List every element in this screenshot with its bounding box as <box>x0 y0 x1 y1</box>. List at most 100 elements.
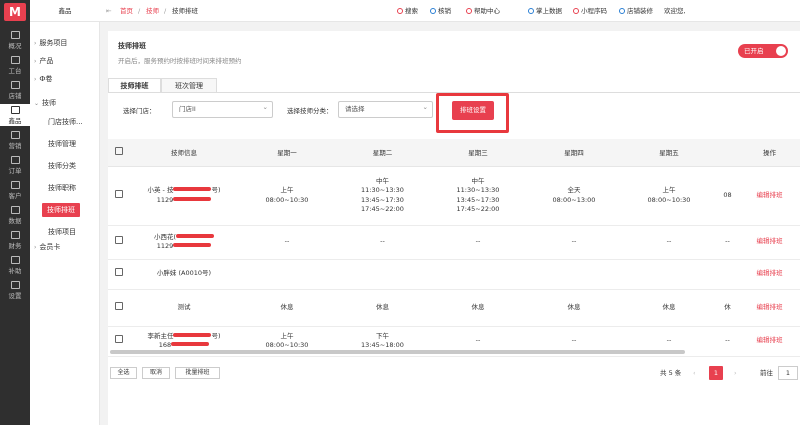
schedule-line: 08:00~10:30 <box>265 195 309 204</box>
page-current[interactable]: 1 <box>709 366 723 380</box>
rail-item[interactable]: 订单 <box>0 154 30 176</box>
sidebar-item[interactable]: › Ф卷 <box>34 72 52 86</box>
sidebar-subitem[interactable]: 技师分类 <box>48 159 76 173</box>
schedule-line: -- <box>284 237 290 246</box>
checkbox[interactable] <box>114 335 123 344</box>
sidebar-item[interactable]: › 会员卡 <box>34 240 60 254</box>
edit-schedule-link[interactable]: 编辑排班 <box>739 326 800 357</box>
rail-item[interactable]: 设置 <box>0 279 30 301</box>
schedule-line: 08 <box>723 190 732 199</box>
row-checkbox-cell <box>108 225 129 260</box>
topbar-action[interactable]: 核销 <box>430 0 451 22</box>
topbar-action[interactable]: 搜索 <box>397 0 418 22</box>
rail-icon <box>10 231 20 239</box>
rail-icon <box>10 256 20 264</box>
cancel-button[interactable]: 取消 <box>142 367 170 379</box>
tech-info-cell: 小英 - 技 号) 1129 <box>129 166 239 226</box>
back-icon[interactable]: ⇤ <box>106 0 111 22</box>
breadcrumb-home[interactable]: 首页 <box>120 0 133 22</box>
sidebar-item[interactable]: › 产品 <box>34 54 53 68</box>
edit-schedule-link[interactable]: 编辑排班 <box>739 259 800 290</box>
sidebar-item[interactable]: ⌄ 技师 <box>34 96 56 110</box>
topbar-action[interactable]: 小程序码 <box>573 0 607 22</box>
rail-item[interactable]: 店铺 <box>0 79 30 101</box>
sidebar-subitem[interactable]: 门店技师... <box>48 115 83 129</box>
rail-item[interactable]: 数据 <box>0 204 30 226</box>
row-checkbox-cell <box>108 289 129 327</box>
rail-item[interactable]: 财务 <box>0 229 30 251</box>
page-title: 技师排班 <box>118 42 146 50</box>
column-header: 星期二 <box>335 139 430 167</box>
rail-item[interactable]: 营销 <box>0 129 30 151</box>
topbar-icon <box>466 8 472 14</box>
schedule-line: -- <box>475 336 481 345</box>
topbar-action[interactable]: 帮助中心 <box>466 0 500 22</box>
redaction-mark <box>173 196 212 201</box>
category-select[interactable]: 请选择 <box>338 100 433 118</box>
rail-item[interactable]: 客户 <box>0 179 30 201</box>
breadcrumb-tech[interactable]: 技师 <box>146 0 159 22</box>
rail-item[interactable]: 补助 <box>0 254 30 276</box>
topbar-action[interactable]: 欢迎您, <box>664 0 686 22</box>
tech-name-text: 小英 - 技 <box>147 186 174 194</box>
redaction-mark <box>173 243 212 247</box>
page-input[interactable]: 1 <box>778 366 798 380</box>
checkbox[interactable] <box>114 189 123 198</box>
topbar-action[interactable]: 店铺装修 <box>619 0 653 22</box>
sidebar-subitem[interactable]: 技师管理 <box>48 137 76 151</box>
checkbox[interactable] <box>114 147 123 156</box>
edit-schedule-link[interactable]: 编辑排班 <box>739 289 800 327</box>
rail-icon <box>10 206 20 214</box>
tech-info-cell: 小胖妹 (A0010号) <box>129 259 239 290</box>
store-label: 选择门店： <box>123 107 156 115</box>
edit-schedule-link[interactable]: 编辑排班 <box>739 225 800 260</box>
checkbox[interactable] <box>114 236 123 245</box>
tab-shift[interactable]: 班次管理 <box>161 78 217 93</box>
topbar-icon <box>528 8 534 14</box>
sidebar-subitem[interactable]: 技师项目 <box>48 225 76 239</box>
topbar-label: 搜索 <box>405 7 418 15</box>
schedule-line: 17:45~22:00 <box>361 205 404 213</box>
rail-icon <box>10 31 20 39</box>
rail-label: 客户 <box>8 192 22 200</box>
schedule-toggle[interactable]: 已开启 <box>738 44 788 58</box>
batch-schedule-button[interactable]: 批量排班 <box>175 367 220 379</box>
sidebar-item[interactable]: › 服务项目 <box>34 36 67 50</box>
schedule-line: -- <box>666 237 672 246</box>
tab-schedule[interactable]: 技师排班 <box>108 78 161 93</box>
horizontal-scrollbar[interactable] <box>110 350 685 354</box>
sidebar-item-label: 会员卡 <box>39 243 61 251</box>
store-select[interactable]: 门店II <box>172 100 273 118</box>
schedule-line: 08:00~10:30 <box>647 195 691 204</box>
rail-item[interactable]: 鑫品 <box>0 104 30 126</box>
rail-icon <box>10 56 20 64</box>
rail-icon <box>10 156 20 164</box>
schedule-cell: 中午 11:30~13:30 13:45~17:30 17:45~22:00 <box>335 166 430 226</box>
sidebar-subitem[interactable]: 技师排班 <box>42 203 80 217</box>
checkbox[interactable] <box>114 268 123 277</box>
checkbox[interactable] <box>114 301 123 310</box>
column-header: 星期三 <box>430 139 526 167</box>
tech-name: 李新主任 号) <box>129 332 239 342</box>
prev-page-icon[interactable]: ‹ <box>693 366 696 380</box>
schedule-line: 上午 <box>280 331 294 340</box>
schedule-line: 全天 <box>567 186 581 194</box>
rail-item[interactable]: 概况 <box>0 29 30 51</box>
select-all-button[interactable]: 全选 <box>110 367 137 379</box>
sidebar-subitem[interactable]: 技师职称 <box>48 181 76 195</box>
schedule-cell: 休息 <box>622 289 716 327</box>
row-checkbox-cell <box>108 166 129 226</box>
next-page-icon[interactable]: › <box>734 366 737 380</box>
redaction-mark <box>173 187 212 191</box>
topbar-action[interactable]: 掌上数据 <box>528 0 562 22</box>
schedule-line: 休息 <box>280 302 294 311</box>
edit-schedule-link[interactable]: 编辑排班 <box>739 166 800 226</box>
schedule-cell <box>239 259 335 290</box>
schedule-line: 13:45~17:30 <box>361 195 404 204</box>
table-row: 测试 休息 休息 休息 休息 休息 休编辑排班 <box>108 289 800 327</box>
rail-label: 财务 <box>8 242 22 250</box>
rail-item[interactable]: 工台 <box>0 54 30 76</box>
schedule-cell: 休息 <box>526 289 622 327</box>
rail-label: 工台 <box>8 67 22 75</box>
schedule-cell: 全天 08:00~13:00 <box>526 166 622 226</box>
